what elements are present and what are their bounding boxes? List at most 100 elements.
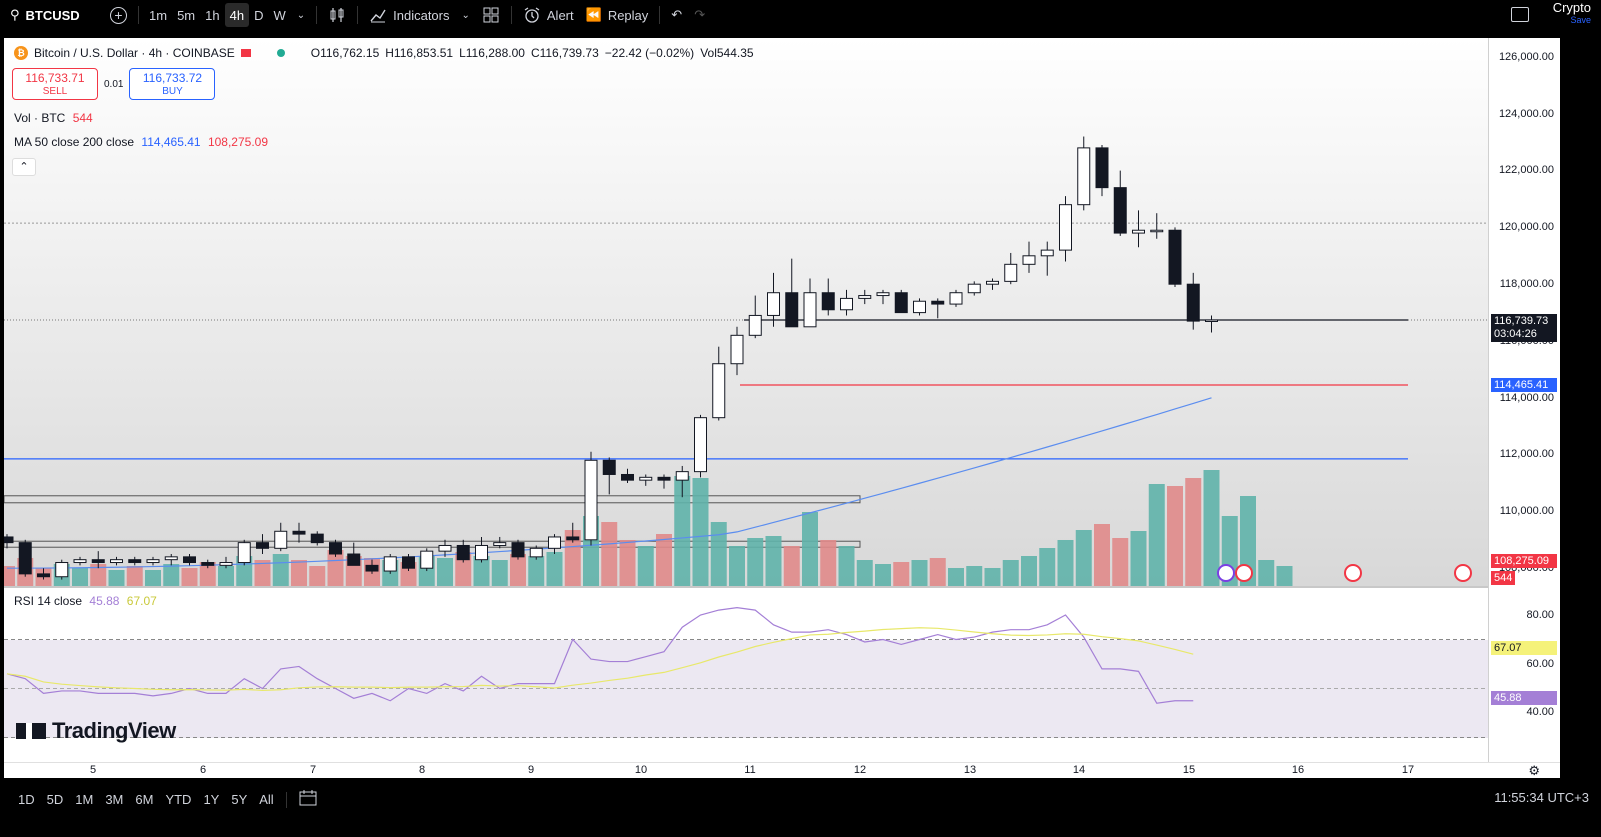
candle-body <box>694 417 707 473</box>
divider <box>659 6 661 24</box>
price-axis-label: 114,000.00 <box>1499 392 1554 404</box>
ma-legend[interactable]: MA 50 close 200 close 114,465.41 108,275… <box>14 135 268 149</box>
volume-bar <box>966 566 983 586</box>
redo-button[interactable]: ↷ <box>688 3 711 27</box>
rsi-ma-line <box>6 627 1194 692</box>
time-axis-label: 12 <box>853 764 867 776</box>
ma200-value: 108,275.09 <box>207 135 268 149</box>
volume-bar <box>984 568 1001 586</box>
ohlc-volume: Vol544.35 <box>700 46 754 60</box>
rsi-ma-value: 67.07 <box>126 594 157 608</box>
volume-bar <box>1112 538 1129 586</box>
range-1y[interactable]: 1Y <box>197 792 225 807</box>
collapse-legend-button[interactable]: ⌃ <box>12 158 36 176</box>
calendar-icon <box>299 790 317 806</box>
volume-bar <box>272 554 289 586</box>
time-axis[interactable]: 5 6 7 8 9 10 11 12 13 14 15 16 17 ⚙ <box>4 762 1560 778</box>
rsi-ma-tag: 67.07 <box>1491 641 1557 655</box>
range-5y[interactable]: 5Y <box>225 792 253 807</box>
volume-bar <box>309 566 326 586</box>
volume-bar <box>491 560 508 586</box>
candle-body <box>18 542 32 575</box>
volume-bar <box>929 558 946 586</box>
time-axis-label: 10 <box>634 764 648 776</box>
alert-button[interactable]: Alert <box>517 3 580 27</box>
replay-button[interactable]: ⏪ Replay <box>580 3 655 27</box>
range-1m[interactable]: 1M <box>69 792 99 807</box>
volume-bar <box>820 540 837 586</box>
price-axis[interactable]: 126,000.00 124,000.00 122,000.00 120,000… <box>1488 38 1560 762</box>
candle-body <box>383 556 397 572</box>
range-ytd[interactable]: YTD <box>159 792 197 807</box>
candle-body <box>584 459 598 541</box>
rsi-legend[interactable]: RSI 14 close 45.88 67.07 <box>14 594 157 608</box>
top-toolbar: ⚲ BTCUSD + 1m 5m 1h 4h D W ⌄ Indicators … <box>0 0 1601 30</box>
volume-legend-value: 544 <box>72 111 93 125</box>
volume-bar <box>1057 540 1074 586</box>
chevron-down-icon: ⌄ <box>296 9 306 21</box>
undo-button[interactable]: ↶ <box>665 3 688 27</box>
buy-label: BUY <box>162 86 183 97</box>
range-all[interactable]: All <box>253 792 279 807</box>
volume-legend[interactable]: Vol · BTC 544 <box>14 111 93 125</box>
candle-body <box>1077 147 1091 206</box>
candle-body <box>274 530 288 549</box>
rsi-tag: 45.88 <box>1491 691 1557 705</box>
bitcoin-icon: ₿ <box>14 46 28 60</box>
timeframe-4h[interactable]: 4h <box>224 3 250 27</box>
rsi-pane[interactable]: RSI 14 close 45.88 67.07 TradingView <box>4 588 1488 762</box>
timeframe-dropdown[interactable]: ⌄ <box>291 3 311 27</box>
timeframe-1m[interactable]: 1m <box>144 3 172 27</box>
layouts-button[interactable] <box>476 3 506 27</box>
timeframe-w[interactable]: W <box>268 3 290 27</box>
candle-body <box>803 292 817 328</box>
symbol-search[interactable]: ⚲ BTCUSD <box>0 3 104 27</box>
candle-body <box>493 542 507 546</box>
chart-container[interactable]: ₿ Bitcoin / U.S. Dollar · 4h · COINBASE … <box>4 38 1560 778</box>
tradingview-watermark[interactable]: TradingView <box>16 718 176 744</box>
candle-body <box>967 283 981 294</box>
volume-bar <box>181 568 198 586</box>
layout-name-button[interactable]: Crypto Save <box>1553 1 1591 26</box>
bar-countdown: 03:04:26 <box>1494 328 1537 340</box>
volume-bar <box>875 564 891 586</box>
range-1d[interactable]: 1D <box>12 792 41 807</box>
timeframe-5m[interactable]: 5m <box>172 3 200 27</box>
candle-body <box>1040 249 1054 257</box>
range-3m[interactable]: 3M <box>99 792 129 807</box>
timeframe-d[interactable]: D <box>249 3 268 27</box>
goto-date-button[interactable] <box>293 790 323 809</box>
sell-button[interactable]: 116,733.71 SELL <box>12 68 98 100</box>
divider <box>510 6 512 24</box>
range-6m[interactable]: 6M <box>129 792 159 807</box>
fullscreen-button[interactable] <box>1510 6 1529 22</box>
indicators-dropdown[interactable]: ⌄ <box>456 3 476 27</box>
time-axis-label: 17 <box>1401 764 1415 776</box>
range-5d[interactable]: 5D <box>41 792 70 807</box>
last-price-value: 116,739.73 <box>1494 315 1549 327</box>
volume-bar <box>783 546 800 586</box>
timeframe-1h[interactable]: 1h <box>200 3 224 27</box>
volume-bar <box>1167 486 1183 586</box>
volume-bar <box>1276 566 1293 586</box>
time-axis-label: 5 <box>89 764 97 776</box>
candle-body <box>237 542 251 564</box>
price-pane[interactable]: ₿ Bitcoin / U.S. Dollar · 4h · COINBASE … <box>4 38 1488 586</box>
rsi-chart-svg <box>4 607 1488 738</box>
candle-body <box>475 544 488 561</box>
undo-icon: ↶ <box>671 7 683 22</box>
candle-body <box>785 292 799 328</box>
volume-bar <box>528 556 545 586</box>
candle-body <box>1022 255 1036 265</box>
candle-body <box>821 292 835 311</box>
time-axis-label: 9 <box>527 764 535 776</box>
volume-bar <box>108 570 125 586</box>
chart-type-button[interactable] <box>322 3 352 27</box>
candle-body <box>712 363 726 419</box>
add-symbol-button[interactable]: + <box>104 3 133 27</box>
indicators-button[interactable]: Indicators <box>363 3 455 27</box>
timezone-clock[interactable]: 11:55:34 UTC+3 <box>1494 790 1589 805</box>
buy-button[interactable]: 116,733.72 BUY <box>129 68 216 100</box>
volume-bar <box>546 552 563 586</box>
gear-icon[interactable]: ⚙ <box>1528 763 1540 779</box>
